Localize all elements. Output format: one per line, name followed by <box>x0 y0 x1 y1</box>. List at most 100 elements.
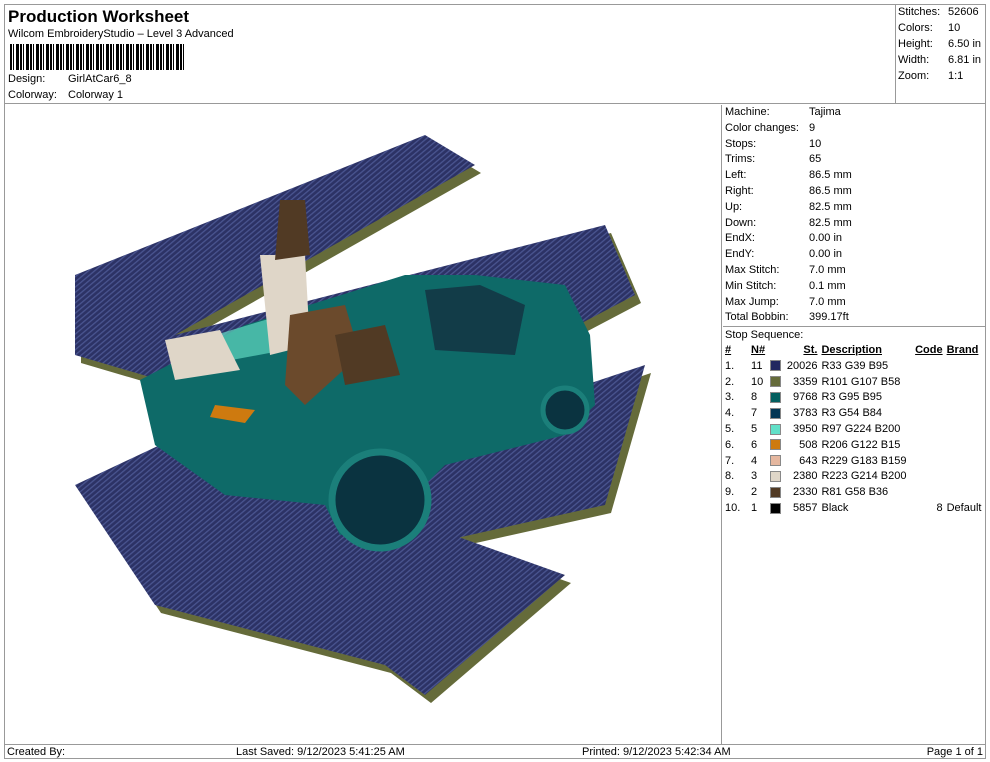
swatch-icon <box>770 455 782 467</box>
swatch-icon <box>770 486 782 498</box>
info-row: Max Stitch: 7.0 mm <box>723 263 985 279</box>
info-row: Width: 6.81 in <box>896 52 986 68</box>
colorway-name: Colorway 1 <box>68 89 124 101</box>
stitch-count: 2380 <box>793 470 818 483</box>
color-description: Black <box>821 502 849 515</box>
software-name: Wilcom EmbroideryStudio – Level 3 Advanc… <box>8 28 234 40</box>
info-value: 6.81 in <box>948 54 982 66</box>
stitch-count: 9768 <box>793 391 818 404</box>
thread-brand <box>945 405 985 421</box>
info-label: Total Bobbin: <box>725 311 789 324</box>
thread-code <box>912 421 945 437</box>
thread-brand <box>945 437 985 453</box>
design-name: GirlAtCar6_8 <box>68 73 132 85</box>
info-label: Right: <box>725 184 754 197</box>
colorway-label: Colorway: <box>8 89 57 101</box>
col-description: Description <box>821 344 882 357</box>
last-saved: Last Saved: 9/12/2023 5:41:25 AM <box>236 746 405 758</box>
info-value: 82.5 mm <box>809 216 852 229</box>
info-row: Min Stitch: 0.1 mm <box>723 279 985 295</box>
thread-brand <box>945 484 985 500</box>
swatch-icon <box>770 471 782 483</box>
thread-code: 8 <box>936 502 943 515</box>
row-index: 9. <box>725 486 735 499</box>
stop-sequence-table: # N# St. Description Code Brand 1. 11 20… <box>723 342 985 516</box>
color-description: R97 G224 B200 <box>821 423 901 436</box>
info-row: Height: 6.50 in <box>896 36 986 52</box>
info-label: Max Jump: <box>725 295 779 308</box>
row-index: 6. <box>725 438 735 451</box>
color-swatch <box>768 421 784 437</box>
color-description: R101 G107 B58 <box>821 375 901 388</box>
info-row: Down: 82.5 mm <box>723 216 985 232</box>
row-index: 2. <box>725 375 735 388</box>
needle-number: 2 <box>751 486 758 499</box>
color-swatch <box>768 374 784 390</box>
row-index: 10. <box>725 502 741 515</box>
design-preview <box>5 105 722 745</box>
needle-number: 1 <box>751 502 758 515</box>
stitch-count: 20026 <box>786 359 818 372</box>
thread-code <box>912 437 945 453</box>
table-row: 3. 8 9768 R3 G95 B95 <box>723 390 985 406</box>
thread-brand <box>945 374 985 390</box>
swatch-icon <box>770 423 782 435</box>
info-row: Trims: 65 <box>723 152 985 168</box>
design-row: Design: GirlAtCar6_8 <box>8 73 132 85</box>
color-swatch <box>768 437 784 453</box>
info-label: EndX: <box>725 232 755 245</box>
swatch-icon <box>770 502 782 514</box>
info-label: Width: <box>898 54 930 66</box>
info-row: Color changes: 9 <box>723 121 985 137</box>
info-label: Machine: <box>725 106 770 118</box>
printed-date: Printed: 9/12/2023 5:42:34 AM <box>582 746 731 758</box>
col-swatch <box>768 342 784 358</box>
info-label: Up: <box>725 200 743 213</box>
thread-brand <box>945 421 985 437</box>
info-row: Max Jump: 7.0 mm <box>723 295 985 311</box>
thread-code <box>912 484 945 500</box>
row-index: 4. <box>725 407 735 420</box>
stitch-count: 2330 <box>793 486 818 499</box>
info-row: EndY: 0.00 in <box>723 247 985 263</box>
info-row: Colors: 10 <box>896 20 986 36</box>
col-index: # <box>725 344 732 357</box>
info-label: Max Stitch: <box>725 263 780 276</box>
info-row: Stops: 10 <box>723 137 985 153</box>
stop-sequence-title: Stop Sequence: <box>723 326 985 342</box>
col-stitches: St. <box>803 344 818 357</box>
col-code: Code <box>915 344 943 357</box>
info-row: Left: 86.5 mm <box>723 168 985 184</box>
colorway-row: Colorway: Colorway 1 <box>8 89 123 101</box>
info-label: Trims: <box>725 153 756 166</box>
info-row: EndX: 0.00 in <box>723 231 985 247</box>
info-value: 10 <box>809 137 822 150</box>
color-swatch <box>768 453 784 469</box>
stats-box: Stitches: 52606 Colors: 10 Height: 6.50 in Wid… <box>896 4 986 104</box>
info-value: 65 <box>809 153 822 166</box>
col-brand: Brand <box>946 344 979 357</box>
stitch-count: 3950 <box>793 423 818 436</box>
header: Production Worksheet Wilcom EmbroiderySt… <box>4 4 896 104</box>
table-row: 2. 10 3359 R101 G107 B58 <box>723 374 985 390</box>
info-row: Stitches: 52606 <box>896 4 986 20</box>
info-value: 7.0 mm <box>809 263 846 276</box>
thread-code <box>912 453 945 469</box>
thread-brand <box>945 469 985 485</box>
swatch-icon <box>770 376 782 388</box>
info-row: Right: 86.5 mm <box>723 184 985 200</box>
page-number: Page 1 of 1 <box>926 746 983 758</box>
color-swatch <box>768 469 784 485</box>
info-row: Machine: Tajima <box>723 105 985 121</box>
color-description: R229 G183 B159 <box>821 454 907 467</box>
info-value: 86.5 mm <box>809 169 852 182</box>
info-label: Down: <box>725 216 757 229</box>
row-index: 8. <box>725 470 735 483</box>
info-value: 1:1 <box>948 70 964 82</box>
needle-number: 7 <box>751 407 758 420</box>
row-index: 7. <box>725 454 735 467</box>
needle-number: 8 <box>751 391 758 404</box>
thread-brand: Default <box>946 502 982 515</box>
info-label: Colors: <box>898 22 933 34</box>
info-value: 399.17ft <box>809 311 849 324</box>
